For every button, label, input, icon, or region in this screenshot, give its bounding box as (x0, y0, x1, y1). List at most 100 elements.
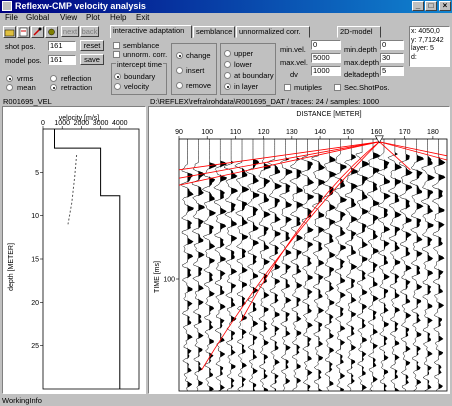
velocity-depth-panel[interactable]: velocity [m/s] depth [METER] 0 1000 2000 30… (2, 106, 146, 394)
intercept-title: intercept time (116, 60, 164, 69)
status-bar: WorkingInfo (2, 396, 42, 405)
tab-unnormalized-corr[interactable]: unnormalized corr. (236, 26, 310, 38)
back-button[interactable]: back (80, 26, 99, 37)
sec-shot-pos-checkbox[interactable] (334, 84, 341, 91)
coordinate-info-box: x: 4050,0 y: 7,71242 layer: 5 d: (409, 26, 450, 67)
multiples-checkbox[interactable] (284, 84, 291, 91)
upper-radio[interactable] (224, 50, 231, 57)
y-tick-label: 15 (31, 257, 39, 264)
dv-field[interactable]: 1000 (311, 66, 341, 76)
model-pos-field[interactable]: 161 (48, 55, 76, 65)
at-boundary-label: at boundary (234, 71, 274, 80)
x-tick-label: 2000 (74, 120, 90, 127)
in-layer-label: in layer (234, 82, 259, 91)
shot-pos-label: shot pos. (5, 42, 36, 51)
min-vel-label: min.vel. (280, 45, 306, 54)
x-tick-label: 120 (258, 129, 270, 136)
plot-frame (42, 128, 140, 390)
velocity-radio[interactable] (114, 83, 121, 90)
semblance-checkbox[interactable] (113, 42, 120, 49)
x-tick-label: 150 (342, 129, 354, 136)
info-d: d: (411, 53, 417, 61)
max-vel-field[interactable]: 5000 (311, 53, 341, 63)
retraction-radio[interactable] (50, 84, 57, 91)
reflection-radio[interactable] (50, 75, 57, 82)
reflection-label: reflection (61, 74, 92, 83)
multiples-label: mutiples (294, 83, 322, 92)
shot-pos-field[interactable]: 161 (48, 41, 76, 51)
tab-2d-model[interactable]: 2D-model (337, 26, 381, 38)
delta-depth-field[interactable]: 5 (380, 66, 404, 76)
gear-icon[interactable] (45, 26, 58, 38)
title-bar: Reflexw-CMP velocity analysis _ □ × (0, 0, 452, 13)
window-title: Reflexw-CMP velocity analysis (15, 1, 146, 11)
print-icon[interactable] (17, 26, 30, 38)
reset-button[interactable]: reset (80, 40, 104, 51)
menu-exit[interactable]: Exit (136, 13, 149, 22)
delta-depth-label: deltadepth (344, 70, 380, 79)
dv-label: dv (290, 70, 298, 79)
insert-label: insert (186, 66, 205, 75)
vrms-radio[interactable] (6, 75, 13, 82)
x-tick-label: 130 (286, 129, 298, 136)
remove-radio[interactable] (176, 82, 183, 89)
max-vel-label: max.vel. (280, 58, 308, 67)
rms-velocity-line (67, 154, 78, 225)
menu-global[interactable]: Global (26, 13, 49, 22)
mean-radio[interactable] (6, 84, 13, 91)
boundary-label: boundary (124, 72, 156, 81)
y-tick-label: 20 (31, 300, 39, 307)
minimize-button[interactable]: _ (412, 1, 424, 11)
tools-icon[interactable] (31, 26, 44, 38)
distance-axis-label: DISTANCE [METER] (296, 111, 361, 118)
x-tick-label: 3000 (93, 120, 109, 127)
x-tick-label: 4000 (112, 120, 128, 127)
velocity-label: velocity (124, 82, 150, 91)
x-tick-label: 170 (399, 129, 411, 136)
x-tick-label: 0 (41, 120, 45, 127)
y-tick-label: 5 (35, 170, 39, 177)
menu-file[interactable]: File (5, 13, 18, 22)
close-button[interactable]: × (439, 1, 451, 11)
x-tick-label: 140 (314, 129, 326, 136)
interval-velocity-line (54, 129, 121, 389)
menu-plot[interactable]: Plot (86, 13, 100, 22)
min-depth-label: min.depth (344, 45, 377, 54)
max-depth-field[interactable]: 30 (380, 53, 404, 63)
menu-view[interactable]: View (60, 13, 77, 22)
lower-radio[interactable] (224, 61, 231, 68)
right-panel-title: D:\REFLEX\refra\rohdata\R001695_DAT / tr… (150, 97, 380, 106)
open-icon[interactable] (3, 26, 16, 38)
boundary-radio[interactable] (114, 73, 121, 80)
y-tick-label: 10 (31, 213, 39, 220)
menu-bar: File Global View Plot Help Exit (0, 13, 452, 24)
menu-help[interactable]: Help (110, 13, 126, 22)
info-layer: layer: 5 (411, 45, 434, 52)
tab-interactive-adaptation[interactable]: interactive adaptation (110, 25, 192, 38)
maximize-button[interactable]: □ (425, 1, 437, 11)
max-depth-label: max.depth (344, 58, 380, 67)
x-tick-label: 110 (230, 129, 241, 136)
seismogram-panel[interactable]: DISTANCE [METER] TIME [ms] 90 100 110 120 13… (148, 106, 450, 394)
next-button[interactable]: next (61, 26, 79, 37)
depth-axis-label: depth [METER] (8, 243, 15, 291)
info-x: x: 4050,0 (411, 28, 440, 35)
tab-semblance[interactable]: semblance (193, 26, 235, 38)
x-tick-label: 100 (201, 129, 213, 136)
change-radio[interactable] (176, 52, 183, 59)
min-vel-field[interactable]: 0 (311, 40, 341, 50)
min-depth-field[interactable]: 0 (380, 40, 404, 50)
upper-label: upper (234, 49, 254, 58)
in-layer-radio[interactable] (224, 83, 231, 90)
time-axis-label: TIME [ms] (154, 261, 161, 293)
insert-radio[interactable] (176, 67, 183, 74)
x-tick-label: 180 (427, 129, 439, 136)
retraction-label: retraction (61, 83, 93, 92)
x-tick-label: 1000 (54, 120, 70, 127)
sec-shot-pos-label: Sec.ShotPos. (344, 83, 390, 92)
save-button[interactable]: save (80, 54, 104, 65)
unnorm-corr-checkbox[interactable] (113, 51, 120, 58)
mean-label: mean (17, 83, 36, 92)
at-boundary-radio[interactable] (224, 72, 231, 79)
change-label: change (186, 51, 211, 60)
